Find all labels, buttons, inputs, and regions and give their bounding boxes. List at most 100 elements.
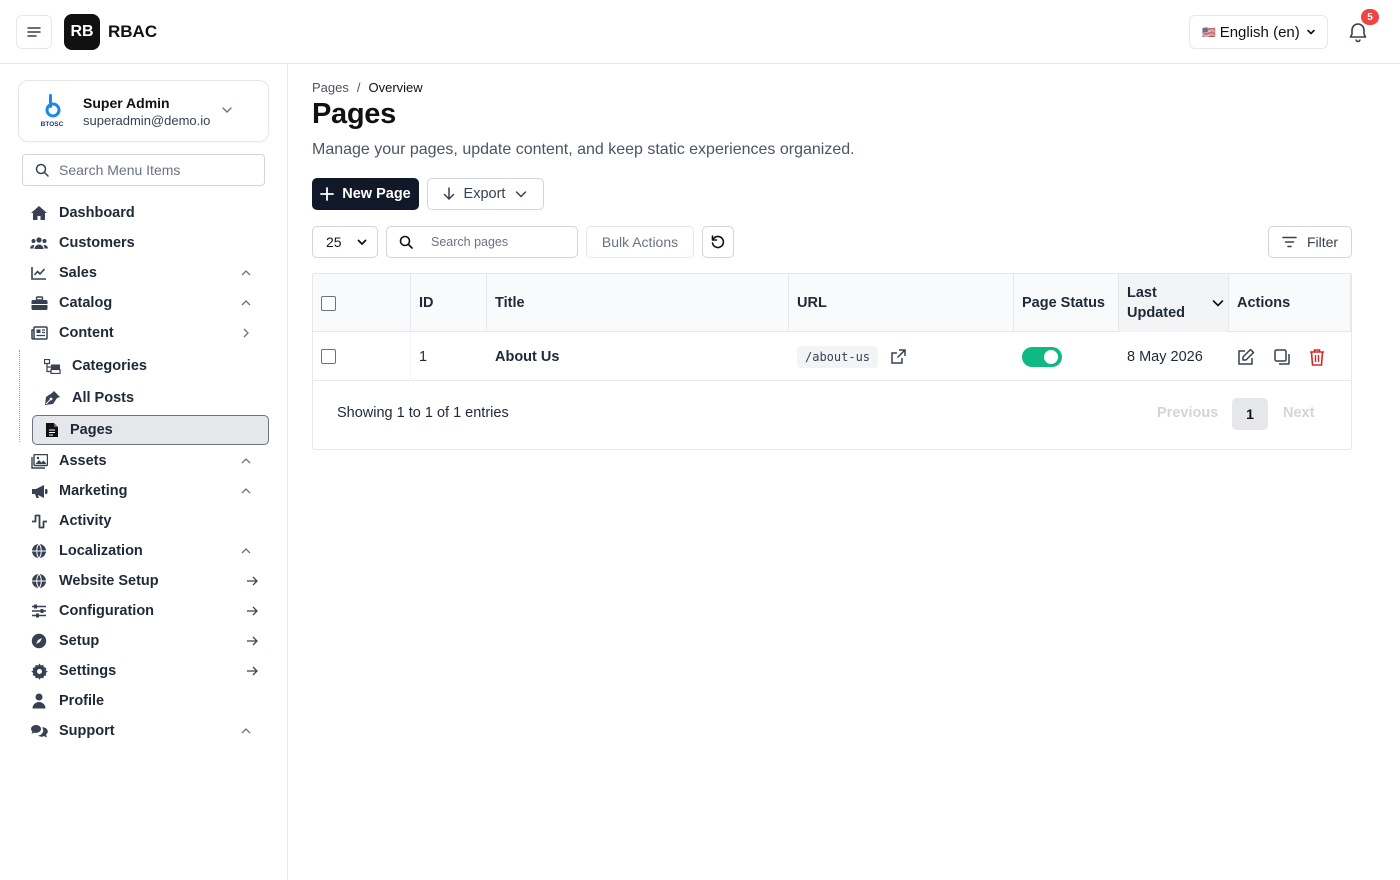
file-icon [46, 423, 58, 437]
breadcrumb-root[interactable]: Pages [312, 80, 349, 95]
sidebar-search[interactable] [22, 154, 265, 186]
arrow-down-icon [443, 187, 454, 201]
pagination-info: Showing 1 to 1 of 1 entries [337, 405, 509, 421]
sidebar-item-localization[interactable]: Localization [30, 539, 266, 563]
chevron-up-icon [241, 548, 251, 554]
chevron-down-icon [357, 239, 366, 246]
sidebar-item-setup[interactable]: Setup [30, 629, 266, 653]
hamburger-icon [27, 27, 41, 37]
breadcrumb-separator: / [356, 80, 361, 95]
sidebar-item-label: Marketing [59, 483, 128, 499]
arrow-right-icon [246, 666, 258, 676]
briefcase-icon [31, 295, 47, 310]
sidebar-subitem-all-posts[interactable]: All Posts [32, 383, 269, 413]
table-row: 1 About Us /about-us 8 May 2026 [313, 332, 1351, 381]
chevron-up-icon [241, 728, 251, 734]
select-all-checkbox[interactable] [321, 295, 336, 311]
sidebar-item-label: Localization [59, 543, 143, 559]
search-icon [399, 235, 413, 249]
plus-icon [320, 187, 335, 201]
menu-toggle-button[interactable] [16, 15, 52, 49]
app-logo[interactable]: RB [64, 14, 100, 50]
sidebar-subitem-pages[interactable]: Pages [32, 415, 269, 445]
chevron-down-icon [516, 191, 527, 198]
cell-last-updated: 8 May 2026 [1127, 348, 1203, 365]
search-icon [35, 163, 49, 177]
arrow-right-icon [246, 576, 258, 586]
current-page-button[interactable]: 1 [1232, 398, 1268, 430]
edit-icon[interactable] [1237, 348, 1255, 366]
column-header-last-updated[interactable]: Last Updated [1119, 274, 1229, 332]
sitemap-icon [44, 358, 61, 374]
table-search[interactable] [386, 226, 578, 258]
globe-icon [32, 573, 46, 589]
sidebar: BTOSC Super Admin superadmin@demo.io Das… [0, 64, 288, 880]
page-status-toggle[interactable] [1022, 346, 1062, 367]
sidebar-item-settings[interactable]: Settings [30, 659, 266, 683]
cell-title: About Us [495, 348, 560, 365]
row-select-cell [313, 332, 411, 381]
main-content: Pages / Overview Pages Manage your pages… [289, 64, 1400, 880]
sidebar-item-assets[interactable]: Assets [30, 449, 266, 473]
sidebar-search-input[interactable] [59, 162, 249, 178]
chevron-down-icon [222, 107, 232, 113]
table-search-input[interactable] [431, 235, 561, 249]
sidebar-item-catalog[interactable]: Catalog [30, 291, 266, 315]
previous-page-button[interactable]: Previous [1157, 405, 1218, 421]
export-button[interactable]: Export [427, 178, 544, 210]
sliders-icon [32, 604, 46, 618]
user-email: superadmin@demo.io [83, 113, 211, 128]
chevron-down-icon [1212, 300, 1224, 307]
table-header: ID Title URL Page Status Last Updated Ac… [313, 274, 1351, 332]
sidebar-item-dashboard[interactable]: Dashboard [30, 201, 266, 225]
sidebar-item-label: Customers [59, 235, 135, 251]
sidebar-item-label: Support [59, 723, 115, 739]
bulk-actions-button[interactable]: Bulk Actions [586, 226, 694, 258]
flag-icon: 🇺🇸 [1202, 26, 1216, 39]
next-page-button[interactable]: Next [1283, 405, 1314, 421]
sidebar-item-label: Configuration [59, 603, 155, 619]
chevron-up-icon [241, 488, 251, 494]
avatar: BTOSC [41, 94, 64, 128]
per-page-value: 25 [326, 234, 342, 250]
sidebar-item-support[interactable]: Support [30, 719, 266, 743]
user-card[interactable]: BTOSC Super Admin superadmin@demo.io [18, 80, 269, 142]
external-link-icon[interactable] [890, 348, 906, 365]
sidebar-item-marketing[interactable]: Marketing [30, 479, 266, 503]
sidebar-subitem-categories[interactable]: Categories [32, 351, 269, 381]
column-header-title[interactable]: Title [487, 274, 789, 332]
row-checkbox[interactable] [321, 349, 336, 364]
filter-icon [1282, 236, 1297, 248]
sidebar-item-content[interactable]: Content [30, 321, 266, 345]
column-header-id[interactable]: ID [411, 274, 487, 332]
new-page-button[interactable]: New Page [312, 178, 419, 210]
sidebar-item-activity[interactable]: Activity [30, 509, 266, 533]
sidebar-item-sales[interactable]: Sales [30, 261, 266, 285]
arrow-right-icon [246, 636, 258, 646]
sidebar-item-configuration[interactable]: Configuration [30, 599, 266, 623]
sidebar-item-website-setup[interactable]: Website Setup [30, 569, 266, 593]
compass-icon [31, 633, 47, 649]
cell-actions [1229, 332, 1351, 381]
sidebar-item-label: Sales [59, 265, 97, 281]
column-header-url[interactable]: URL [789, 274, 1014, 332]
per-page-select[interactable]: 25 [312, 226, 378, 258]
language-select[interactable]: 🇺🇸 English (en) [1189, 15, 1328, 49]
trash-icon[interactable] [1309, 348, 1325, 366]
duplicate-icon[interactable] [1273, 348, 1291, 366]
refresh-button[interactable] [702, 226, 734, 258]
chevron-right-icon [243, 328, 249, 338]
column-header-actions: Actions [1229, 274, 1351, 332]
user-name: Super Admin [83, 95, 170, 111]
sidebar-item-customers[interactable]: Customers [30, 231, 266, 255]
sidebar-item-label: Dashboard [59, 205, 135, 221]
pen-nib-icon [45, 391, 60, 405]
column-header-page-status[interactable]: Page Status [1014, 274, 1119, 332]
globe-icon [32, 543, 46, 559]
filter-button[interactable]: Filter [1268, 226, 1352, 258]
sidebar-item-profile[interactable]: Profile [30, 689, 266, 713]
cell-page-status [1014, 332, 1119, 381]
submenu-guide-line [19, 350, 20, 442]
avatar-text: BTOSC [41, 121, 64, 128]
newspaper-icon [30, 326, 48, 340]
